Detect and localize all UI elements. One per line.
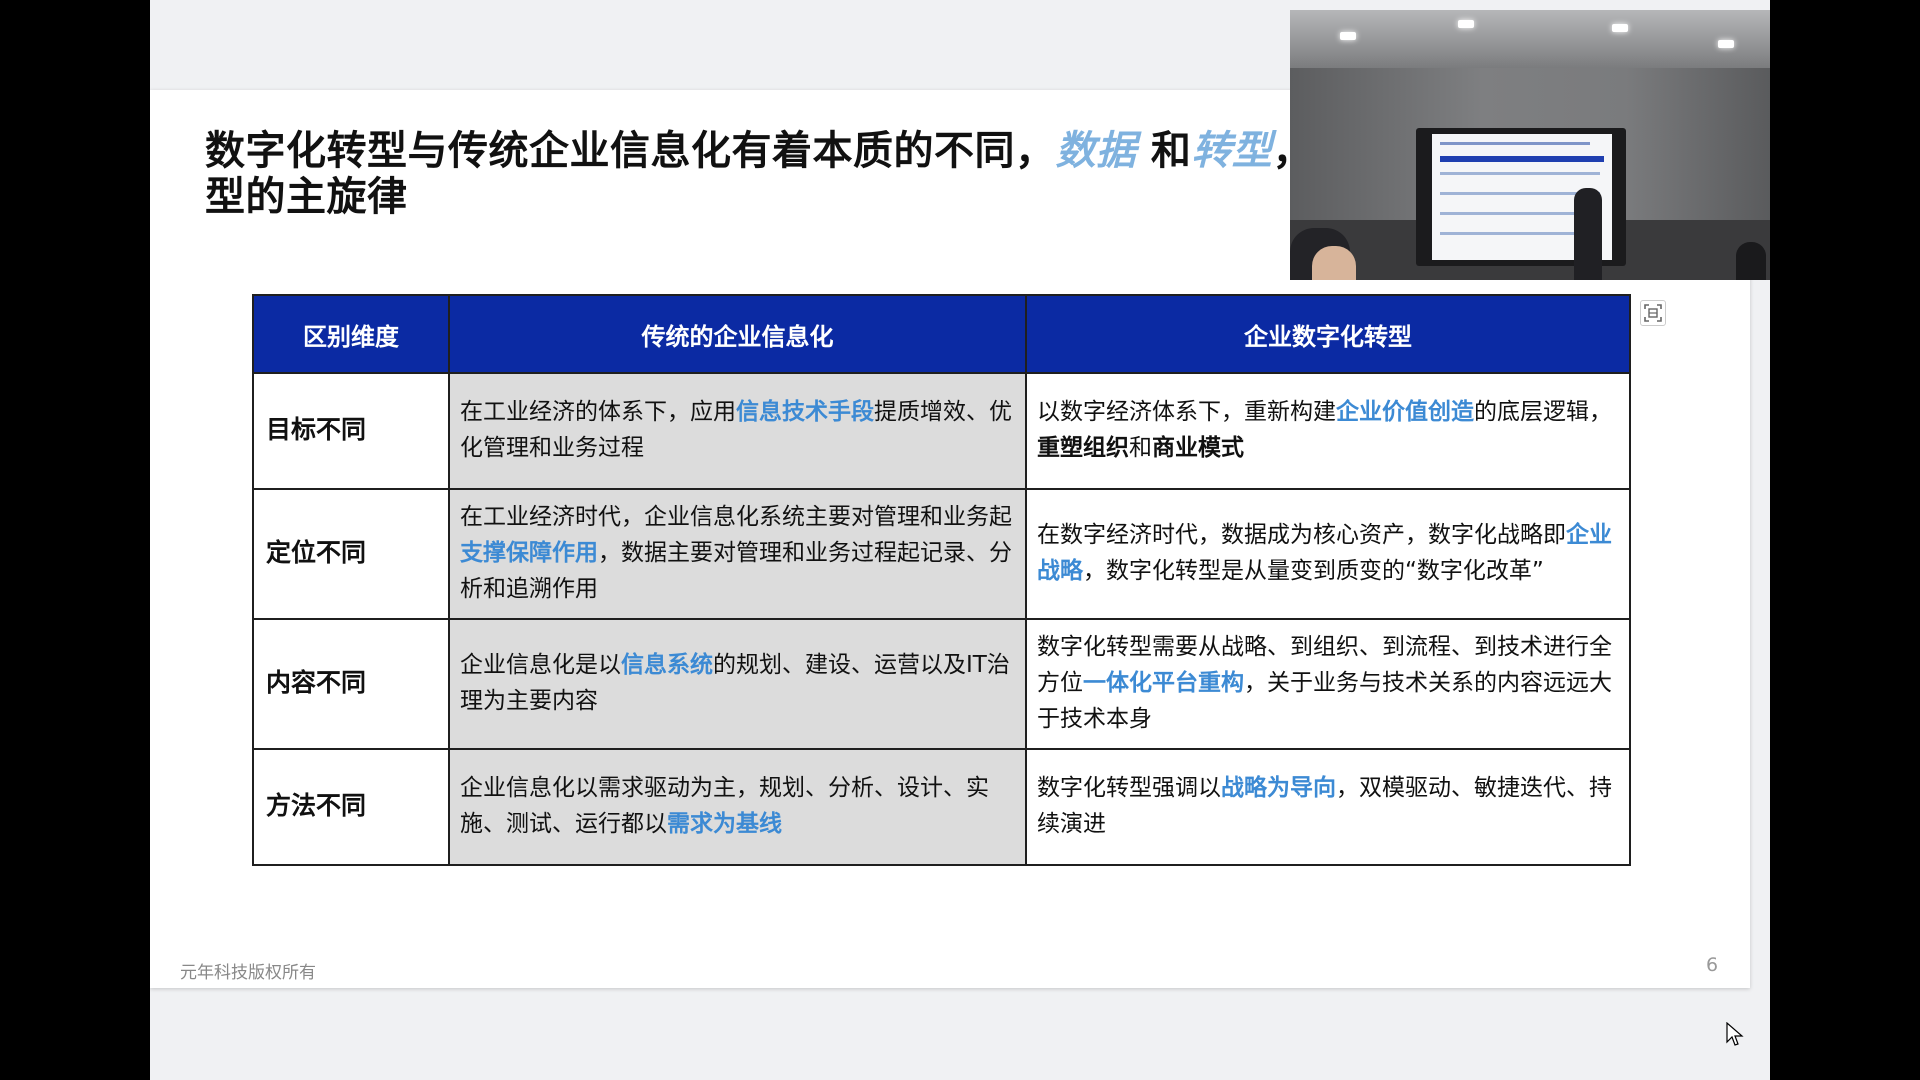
video-audience-figure (1736, 242, 1766, 280)
mini-header-bar (1440, 156, 1604, 162)
video-ceiling-light (1612, 24, 1628, 32)
capture-region-icon[interactable] (1640, 300, 1666, 326)
video-ceiling-light (1340, 32, 1356, 40)
dimension-cell: 内容不同 (252, 618, 450, 750)
cell-text: 在工业经济时代，企业信息化系统主要对管理和业务起 (460, 504, 1012, 530)
cell-text: 企业信息化是以 (460, 652, 621, 678)
bold-text: 商业模式 (1152, 435, 1244, 461)
table-header-row: 区别维度 传统的企业信息化 企业数字化转型 (252, 294, 1631, 374)
dimension-cell: 目标不同 (252, 372, 450, 490)
digital-cell: 数字化转型需要从战略、到组织、到流程、到技术进行全方位一体化平台重构，关于业务与… (1025, 618, 1631, 750)
table-row: 内容不同 企业信息化是以信息系统的规划、建设、运营以及IT治理为主要内容 数字化… (252, 618, 1631, 750)
traditional-cell: 企业信息化以需求驱动为主，规划、分析、设计、实施、测试、运行都以需求为基线 (448, 748, 1027, 866)
highlight-text: 企业价值创造 (1336, 399, 1474, 425)
page-number: 6 (1706, 954, 1719, 976)
cell-text: 和 (1129, 435, 1152, 461)
highlight-text: 一体化平台重构 (1083, 670, 1244, 696)
traditional-cell: 企业信息化是以信息系统的规划、建设、运营以及IT治理为主要内容 (448, 618, 1027, 750)
dimension-cell: 方法不同 (252, 748, 450, 866)
video-ceiling-light (1458, 20, 1474, 28)
video-ceiling-light (1718, 40, 1734, 48)
header-digital: 企业数字化转型 (1025, 294, 1631, 374)
cell-text: 的底层逻辑， (1474, 399, 1612, 425)
comparison-table: 区别维度 传统的企业信息化 企业数字化转型 目标不同 在工业经济的体系下，应用信… (252, 294, 1631, 866)
mouse-pointer-icon (1726, 1021, 1744, 1052)
cell-text: ，数字化转型是从量变到质变的“数字化改革” (1083, 558, 1544, 584)
mini-title-line (1440, 142, 1590, 145)
traditional-cell: 在工业经济时代，企业信息化系统主要对管理和业务起支撑保障作用，数据主要对管理和业… (448, 488, 1027, 620)
digital-cell: 以数字经济体系下，重新构建企业价值创造的底层逻辑， 重塑组织和商业模式 (1025, 372, 1631, 490)
table-row: 定位不同 在工业经济时代，企业信息化系统主要对管理和业务起支撑保障作用，数据主要… (252, 488, 1631, 620)
video-ceiling (1290, 10, 1770, 68)
highlight-text: 战略为导向 (1221, 775, 1336, 801)
digital-cell: 数字化转型强调以战略为导向，双模驱动、敏捷迭代、持续演进 (1025, 748, 1631, 866)
title-highlight-data: 数据 (1055, 128, 1137, 174)
copyright-footer: 元年科技版权所有 (180, 963, 316, 983)
highlight-text: 信息系统 (621, 652, 713, 678)
title-text-1: 数字化转型与传统企业信息化有着本质的不同， (205, 128, 1056, 174)
cell-text: 以数字经济体系下，重新构建 (1037, 399, 1336, 425)
slide-title: 数字化转型与传统企业信息化有着本质的不同，数据 和转型， 型的主旋律 (205, 128, 1435, 220)
header-dimension: 区别维度 (252, 294, 450, 374)
camera-video-overlay[interactable] (1290, 10, 1770, 280)
dimension-cell: 定位不同 (252, 488, 450, 620)
title-text-and: 和 (1136, 128, 1192, 174)
video-audience-face (1312, 246, 1356, 280)
title-text-line2: 型的主旋律 (205, 174, 408, 220)
bold-text: 重塑组织 (1037, 435, 1129, 461)
video-presenter-figure (1574, 188, 1602, 280)
title-highlight-transform: 转型 (1191, 128, 1273, 174)
mini-row-line (1440, 172, 1600, 175)
highlight-text: 需求为基线 (667, 811, 782, 837)
presentation-viewport: 数字化转型与传统企业信息化有着本质的不同，数据 和转型， 型的主旋律 区别维度 … (150, 0, 1770, 1080)
traditional-cell: 在工业经济的体系下，应用信息技术手段提质增效、优化管理和业务过程 (448, 372, 1027, 490)
cell-text: 在工业经济的体系下，应用 (460, 399, 736, 425)
digital-cell: 在数字经济时代，数据成为核心资产，数字化战略即企业战略，数字化转型是从量变到质变… (1025, 488, 1631, 620)
highlight-text: 支撑保障作用 (460, 540, 598, 566)
table-row: 方法不同 企业信息化以需求驱动为主，规划、分析、设计、实施、测试、运行都以需求为… (252, 748, 1631, 866)
cell-text: 数字化转型强调以 (1037, 775, 1221, 801)
cell-text: 在数字经济时代，数据成为核心资产，数字化战略即 (1037, 522, 1566, 548)
table-row: 目标不同 在工业经济的体系下，应用信息技术手段提质增效、优化管理和业务过程 以数… (252, 372, 1631, 490)
highlight-text: 信息技术手段 (736, 399, 874, 425)
header-traditional: 传统的企业信息化 (448, 294, 1027, 374)
